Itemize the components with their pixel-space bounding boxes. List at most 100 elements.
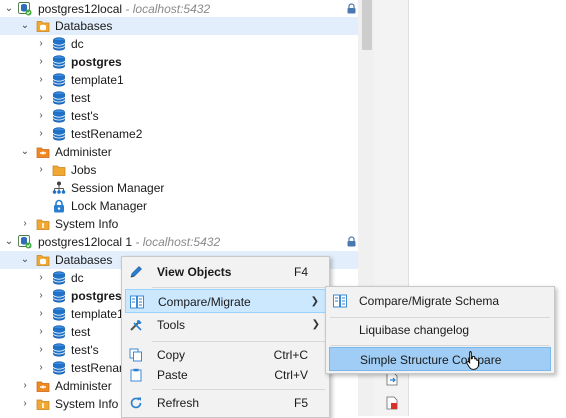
tree-item-label: Administer [55,145,112,159]
tree-item-label: postgres [71,55,122,69]
database-folder-icon [36,253,50,267]
database-icon [52,127,66,141]
chevron-right-icon[interactable]: › [36,89,46,107]
database-icon [52,55,66,69]
chevron-right-icon[interactable]: › [36,71,46,89]
compare-migrate-submenu: Compare/Migrate Schema Liquibase changel… [325,286,555,374]
menu-item-simple-structure-compare[interactable]: Simple Structure Compare [329,347,551,371]
tree-item-connection[interactable]: ⌄ postgres12local 1 - localhost:5432 [0,233,358,251]
copy-icon [129,348,142,362]
menu-item-label: Liquibase changelog [359,323,470,337]
tree-item-database[interactable]: › postgres [0,53,358,71]
database-icon [52,325,66,339]
database-icon [52,91,66,105]
tree-item-connection[interactable]: ⌄ postgres12local - localhost:5432 [0,0,358,18]
menu-item-label: Simple Structure Compare [360,353,502,367]
chevron-right-icon[interactable]: › [36,35,46,53]
system-info-icon [36,397,50,411]
delete-file-icon[interactable] [386,396,398,410]
tree-item-label: Session Manager [71,181,165,195]
tree-item-label: Administer [55,379,112,393]
tree-item-database[interactable]: › template1 [0,71,358,89]
tree-item-session-manager[interactable]: Session Manager [0,179,358,197]
tree-item-label: System Info [55,397,119,411]
lock-manager-icon [52,199,66,213]
hand-cursor-icon [466,351,479,370]
menu-shortcut: F5 [293,396,308,410]
menu-item-view-objects[interactable]: View Objects F4 [125,260,326,284]
tree-item-database[interactable]: › test [0,89,358,107]
menu-separator [330,345,550,346]
tree-item-label: Databases [55,253,113,267]
tree-item-system-info[interactable]: › System Info [0,215,358,233]
database-icon [52,289,66,303]
menu-shortcut: F4 [293,265,308,279]
menu-item-label: Refresh [157,396,200,410]
menu-item-tools[interactable]: Tools ❯ [125,313,326,337]
chevron-down-icon[interactable]: ⌄ [20,251,30,269]
menu-item-liquibase-changelog[interactable]: Liquibase changelog [329,318,551,342]
chevron-right-icon[interactable]: › [36,161,46,179]
tree-item-jobs[interactable]: › Jobs [0,161,358,179]
chevron-down-icon[interactable]: ⌄ [20,17,30,35]
menu-item-paste[interactable]: Paste Ctrl+V [125,363,326,387]
chevron-right-icon[interactable]: › [20,395,30,413]
compare-icon [130,295,144,309]
chevron-right-icon[interactable]: › [36,269,46,287]
tree-item-database[interactable]: › testRename2 [0,125,358,143]
tree-item-label: test's [71,343,99,357]
tree-item-label: test [71,91,91,105]
tree-item-label: test's [71,109,99,123]
chevron-right-icon[interactable]: › [36,287,46,305]
menu-item-compare-migrate-schema[interactable]: Compare/Migrate Schema [329,289,551,313]
folder-icon [52,163,66,177]
session-manager-icon [52,181,66,195]
paste-icon [130,368,142,382]
tree-item-lock-manager[interactable]: Lock Manager [0,197,358,215]
tree-item-label: postgres [71,289,122,303]
context-menu: View Objects F4 Compare/Migrate ❯ Tools … [121,256,330,418]
chevron-right-icon[interactable]: › [36,305,46,323]
refresh-icon [130,397,142,409]
chevron-right-icon[interactable]: › [36,323,46,341]
scrollbar-thumb[interactable] [362,0,372,50]
chevron-right-icon[interactable]: › [36,107,46,125]
chevron-right-icon[interactable]: › [36,53,46,71]
menu-item-label: Compare/Migrate Schema [359,294,500,308]
menu-shortcut: Ctrl+V [274,368,308,382]
menu-item-refresh[interactable]: Refresh F5 [125,391,326,415]
chevron-down-icon[interactable]: ⌄ [4,233,14,251]
database-icon [52,307,66,321]
tree-item-label: testRename2 [71,127,143,141]
database-icon [52,361,66,375]
connection-icon [18,235,32,249]
chevron-right-icon: ❯ [311,319,320,330]
database-folder-icon [36,19,50,33]
pencil-icon [130,266,142,278]
database-icon [52,271,66,285]
tree-item-administer[interactable]: ⌄ Administer [0,143,358,161]
menu-separator [152,341,325,342]
chevron-right-icon[interactable]: › [36,125,46,143]
menu-item-compare-migrate[interactable]: Compare/Migrate ❯ [125,289,326,313]
connection-icon [18,2,32,16]
chevron-right-icon: ❯ [310,296,319,307]
tools-icon [130,320,142,331]
tree-item-label: template1 [71,73,124,87]
connection-host: - localhost:5432 [122,2,211,16]
tree-item-label: test [71,325,91,339]
chevron-right-icon[interactable]: › [20,215,30,233]
menu-item-label: Tools [157,318,186,332]
export-icon[interactable] [386,372,398,386]
chevron-right-icon[interactable]: › [20,377,30,395]
compare-schema-icon [333,294,347,308]
tree-item-databases[interactable]: ⌄ Databases [0,17,358,35]
connection-label: postgres12local - localhost:5432 [38,2,211,16]
chevron-right-icon[interactable]: › [36,359,46,377]
chevron-down-icon[interactable]: ⌄ [20,143,30,161]
tree-item-database[interactable]: › test's [0,107,358,125]
tree-item-database[interactable]: › dc [0,35,358,53]
chevron-down-icon[interactable]: ⌄ [4,0,14,18]
chevron-right-icon[interactable]: › [36,341,46,359]
lock-icon [347,236,356,247]
